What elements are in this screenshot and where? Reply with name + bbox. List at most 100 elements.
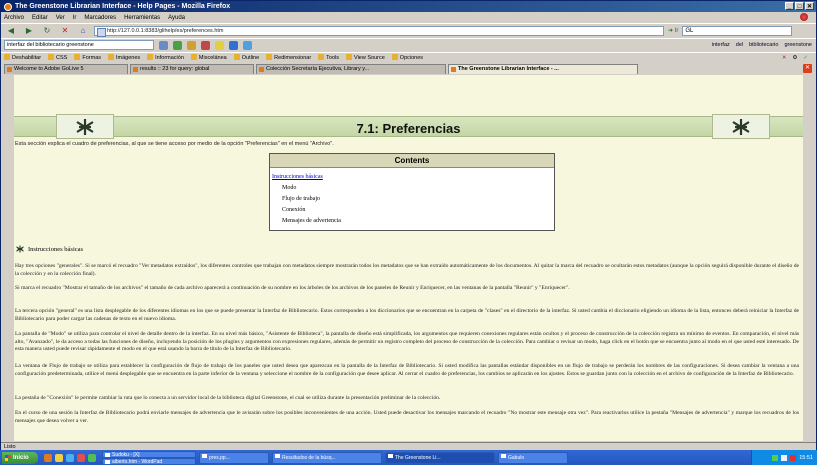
term-link[interactable]: del bbox=[736, 42, 743, 48]
bookmark-item[interactable]: Tools bbox=[318, 54, 339, 61]
menu-view[interactable]: Ver bbox=[56, 15, 65, 21]
volume-icon[interactable] bbox=[781, 454, 788, 461]
section-heading-text: Instrucciones básicas bbox=[28, 245, 84, 253]
firefox-launch-icon[interactable] bbox=[44, 453, 52, 462]
developer-toolbar: Deshabilitar CSS Formas Imágenes Informa… bbox=[1, 52, 816, 62]
settings-icon[interactable]: ⚙ bbox=[792, 55, 797, 61]
images-icon[interactable] bbox=[201, 40, 210, 50]
term-link[interactable]: bibliotecario bbox=[749, 42, 778, 48]
bookmark-item[interactable]: Imágenes bbox=[108, 54, 140, 61]
close-button[interactable]: ✕ bbox=[805, 2, 814, 10]
menu-bar: Archivo Editar Ver Ir Marcadores Herrami… bbox=[1, 13, 816, 22]
contents-heading: Contents bbox=[270, 154, 554, 168]
go-label: Ir bbox=[674, 28, 679, 34]
taskbar-button-gabulo[interactable]: Gabulo bbox=[498, 451, 568, 464]
greenstone-bullet-icon bbox=[16, 245, 24, 253]
menu-file[interactable]: Archivo bbox=[4, 15, 24, 21]
menu-tools[interactable]: Herramientas bbox=[124, 15, 160, 21]
go-arrow-icon: ➜ bbox=[668, 28, 674, 34]
bookmark-item[interactable]: CSS bbox=[48, 54, 67, 61]
menu-bookmarks[interactable]: Marcadores bbox=[84, 15, 116, 21]
toc-item-flujo: Flujo de trabajo bbox=[282, 196, 320, 202]
intro-text: Esta sección explica el cuadro de prefer… bbox=[15, 141, 334, 147]
greenstone-logo-icon bbox=[712, 114, 770, 139]
tab-golive[interactable]: Welcome to Adobe GoLive 5 bbox=[4, 64, 128, 74]
close-tab-button[interactable]: ✕ bbox=[803, 64, 812, 73]
system-tray: 15:51 bbox=[751, 450, 817, 465]
bookmark-item[interactable]: View Source bbox=[346, 54, 385, 61]
menu-help[interactable]: Ayuda bbox=[168, 15, 185, 21]
page-title: 7.1: Preferencias bbox=[356, 121, 461, 136]
highlight-icon[interactable] bbox=[215, 40, 224, 50]
bookmark-item[interactable]: Opciones bbox=[392, 54, 423, 61]
window-title: The Greenstone Librarian Interface - Hel… bbox=[15, 3, 231, 10]
search-icon[interactable] bbox=[159, 40, 168, 50]
tab-greenstone[interactable]: The Greenstone Librarian Interface - ... bbox=[448, 64, 638, 74]
term-link[interactable]: greenstone bbox=[784, 42, 812, 48]
paragraph: Si marca el recuadro "Mostrar el tamaño … bbox=[15, 285, 570, 291]
browser-window: The Greenstone Librarian Interface - Hel… bbox=[0, 0, 817, 465]
media-launch-icon[interactable] bbox=[77, 453, 85, 462]
toc-item-mensajes: Mensajes de advertencia bbox=[282, 218, 341, 224]
go-button[interactable]: ➜ Ir bbox=[668, 27, 678, 34]
bookmark-item[interactable]: Redimensionar bbox=[266, 54, 311, 61]
antivirus-icon[interactable] bbox=[790, 454, 797, 461]
home-icon[interactable]: ⌂ bbox=[76, 25, 90, 36]
network-icon[interactable] bbox=[772, 454, 779, 461]
bookmark-item[interactable]: Miscelánea bbox=[191, 54, 227, 61]
toc-item-conexion: Conexión bbox=[282, 207, 306, 213]
start-label: Inicio bbox=[13, 454, 29, 461]
tab-results[interactable]: results :: 23 for query: global bbox=[130, 64, 254, 74]
minimize-button[interactable]: _ bbox=[785, 2, 794, 10]
status-icons: ✕ ⚙ ✓ bbox=[782, 55, 816, 61]
web-icon[interactable] bbox=[173, 40, 182, 50]
paragraph: La pestaña de "Conexión" le permite camb… bbox=[15, 395, 441, 401]
windows-flag-icon bbox=[5, 454, 11, 461]
window-titlebar[interactable]: The Greenstone Librarian Interface - Hel… bbox=[1, 1, 816, 12]
desktop-launch-icon[interactable] bbox=[88, 453, 96, 462]
back-arrow-icon[interactable]: ◀ bbox=[4, 25, 18, 36]
start-button[interactable]: Inicio bbox=[2, 451, 38, 464]
term-link[interactable]: interfaz bbox=[712, 42, 730, 48]
outlook-launch-icon[interactable] bbox=[55, 453, 63, 462]
bookmark-item[interactable]: Formas bbox=[74, 54, 101, 61]
validator-icon[interactable]: ✕ bbox=[782, 55, 787, 61]
window-controls: _ □ ✕ bbox=[785, 2, 814, 10]
taskbar-button-sudoku[interactable]: Sudoku - [X] bbox=[102, 450, 196, 458]
taskbar-button-wordpad[interactable]: alberto.htm - WordPad bbox=[102, 457, 196, 465]
firefox-icon bbox=[4, 2, 12, 11]
toc-link-instrucciones[interactable]: Instrucciones básicas bbox=[272, 172, 554, 183]
taskbar-button-pres[interactable]: pres.pp... bbox=[199, 451, 269, 464]
search-term-links: interfaz del bibliotecario greenstone bbox=[712, 42, 816, 48]
contents-box: Contents Instrucciones básicas Modo Fluj… bbox=[269, 153, 555, 231]
paragraph: La ventana de Flujo de trabajo se utiliz… bbox=[15, 363, 799, 377]
toolbar-search-combo[interactable]: interfaz del bibliotecario greenstone bbox=[4, 40, 154, 50]
bookmark-item[interactable]: Información bbox=[147, 54, 184, 61]
bookmark-item[interactable]: Outline bbox=[234, 54, 259, 61]
news-icon[interactable] bbox=[187, 40, 196, 50]
stop-icon[interactable]: ✕ bbox=[58, 25, 72, 36]
tab-coleccion[interactable]: Colección Secretaría Ejecutiva, Library … bbox=[256, 64, 446, 74]
bookmark-item[interactable]: Deshabilitar bbox=[4, 54, 41, 61]
paragraph: La tercera opción "general" es una lista… bbox=[15, 308, 799, 322]
quick-launch bbox=[41, 453, 99, 462]
popup-blocker-icon[interactable] bbox=[243, 40, 252, 50]
tab-bar: Welcome to Adobe GoLive 5 results :: 23 … bbox=[1, 63, 816, 74]
ie-launch-icon[interactable] bbox=[66, 453, 74, 462]
search-input[interactable]: GL bbox=[682, 25, 793, 36]
maximize-button[interactable]: □ bbox=[795, 2, 804, 10]
menu-go[interactable]: Ir bbox=[73, 15, 77, 21]
taskbar-button-resultados[interactable]: Resultados de la búsq... bbox=[272, 451, 382, 464]
clock: 15:51 bbox=[799, 454, 813, 461]
address-bar[interactable]: http://127.0.0.1:8383/glihelp/es/prefere… bbox=[94, 25, 664, 37]
reload-icon[interactable]: ↻ bbox=[40, 25, 54, 36]
validator-ok-icon[interactable]: ✓ bbox=[803, 55, 808, 61]
extension-toolbar: interfaz del bibliotecario greenstone in… bbox=[1, 38, 816, 51]
page-content: 7.1: Preferencias Esta sección explica e… bbox=[14, 75, 803, 441]
forward-arrow-icon[interactable]: ▶ bbox=[22, 25, 36, 36]
page-header: 7.1: Preferencias bbox=[14, 114, 803, 139]
menu-edit[interactable]: Editar bbox=[32, 15, 48, 21]
taskbar-button-greenstone[interactable]: The Greenstone Li... bbox=[385, 451, 495, 464]
paragraph: Hay tres opciones "generales". Si se mar… bbox=[15, 263, 799, 277]
info-icon[interactable] bbox=[229, 40, 238, 50]
